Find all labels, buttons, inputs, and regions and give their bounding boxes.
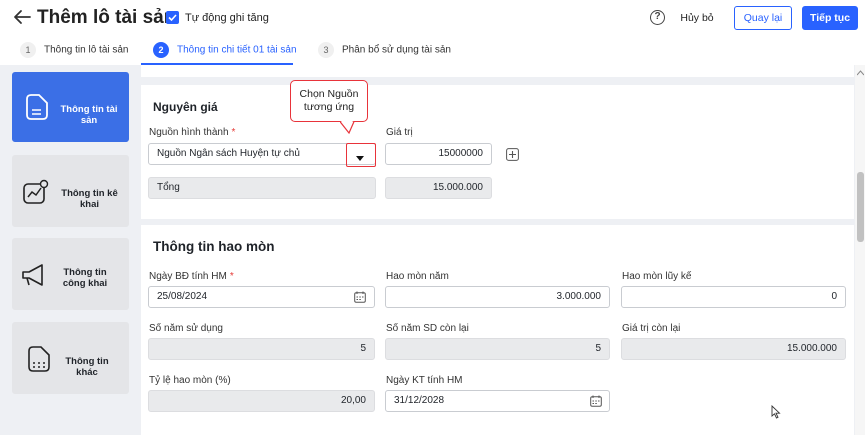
depreciation-card: Thông tin hao mòn Ngày BĐ tính HM * 25/08… — [141, 225, 854, 435]
section-title: Thông tin hao mòn — [153, 239, 275, 254]
megaphone-icon — [20, 262, 50, 291]
remaining-value-label: Giá trị còn lại — [622, 323, 681, 334]
content-panel: Nguyên giá Nguồn hình thành * Nguồn Ngân … — [141, 65, 854, 435]
source-dropdown-highlight — [346, 143, 376, 167]
back-button[interactable]: Quay lại — [734, 6, 792, 30]
end-date-input[interactable]: 31/12/2028 — [385, 390, 610, 412]
remaining-value-field: 15.000.000 — [621, 338, 846, 360]
previous-card — [141, 65, 854, 77]
end-date-label: Ngày KT tính HM — [386, 375, 463, 386]
depreciation-rate-label: Tỷ lệ hao mòn (%) — [149, 375, 231, 386]
calendar-icon[interactable] — [590, 395, 602, 407]
value-label: Giá trị — [386, 127, 413, 138]
total-label-field: Tổng — [148, 177, 376, 199]
auto-increase-label: Tự động ghi tăng — [185, 12, 269, 24]
years-of-use-label: Số năm sử dụng — [149, 323, 223, 334]
total-value-field: 15.000.000 — [385, 177, 492, 199]
step-number: 2 — [153, 42, 169, 58]
start-date-label: Ngày BĐ tính HM * — [149, 271, 234, 282]
callout-tail — [340, 121, 355, 134]
folder-icon — [26, 345, 52, 376]
cancel-button[interactable]: Hủy bỏ — [672, 6, 722, 30]
scrollbar-thumb[interactable] — [857, 172, 864, 242]
sidebar-item-label: Thông tin khác — [65, 356, 109, 378]
sidebar-item-declaration-info[interactable]: Thông tin kê khai — [12, 155, 129, 227]
scroll-up-icon[interactable] — [857, 70, 864, 76]
accumulated-depreciation-input[interactable]: 0 — [621, 286, 846, 308]
step-bar: 1 Thông tin lô tài sản 2 Thông tin chi tiế… — [0, 37, 865, 65]
annual-depreciation-input[interactable]: 3.000.000 — [385, 286, 610, 308]
start-date-input[interactable]: 25/08/2024 — [148, 286, 375, 308]
years-of-use-field: 5 — [148, 338, 375, 360]
auto-increase-checkbox[interactable] — [166, 11, 179, 24]
sidebar-item-public-info[interactable]: Thông tin công khai — [12, 238, 129, 310]
chart-icon — [22, 179, 50, 208]
document-icon — [24, 93, 50, 124]
section-title: Nguyên giá — [153, 100, 218, 114]
sidebar-item-asset-info[interactable]: Thông tin tài sản — [12, 72, 129, 142]
sidebar-item-label: Thông tin kê khai — [61, 188, 118, 210]
sidebar-item-label: Thông tin công khai — [62, 267, 108, 289]
step-number: 1 — [20, 42, 36, 58]
mouse-cursor-icon — [771, 405, 781, 419]
calendar-icon[interactable] — [354, 291, 366, 303]
value-input[interactable]: 15000000 — [385, 143, 492, 165]
step-2[interactable]: 2 Thông tin chi tiết 01 tài sản — [153, 42, 297, 60]
help-icon[interactable]: ? — [650, 10, 665, 25]
guide-callout: Chọn Nguồn tương ứng — [290, 80, 368, 122]
accumulated-depreciation-label: Hao mòn lũy kế — [622, 271, 692, 282]
page-title: Thêm lô tài sản — [37, 7, 176, 28]
back-arrow-icon[interactable] — [12, 6, 32, 28]
vertical-scrollbar[interactable] — [855, 65, 865, 435]
original-price-card: Nguyên giá Nguồn hình thành * Nguồn Ngân … — [141, 85, 854, 219]
step-label: Thông tin chi tiết 01 tài sản — [177, 44, 297, 56]
annual-depreciation-label: Hao mòn năm — [386, 271, 449, 282]
step-label: Phân bổ sử dụng tài sản — [342, 44, 451, 56]
sidebar-item-other-info[interactable]: Thông tin khác — [12, 322, 129, 394]
remaining-years-field: 5 — [385, 338, 610, 360]
step-3[interactable]: 3 Phân bổ sử dụng tài sản — [318, 42, 451, 60]
step-label: Thông tin lô tài sản — [44, 44, 129, 56]
depreciation-rate-field: 20,00 — [148, 390, 375, 412]
remaining-years-label: Số năm SD còn lại — [386, 323, 469, 334]
add-icon[interactable] — [506, 148, 519, 164]
source-select[interactable]: Nguồn Ngân sách Huyện tự chủ — [148, 143, 376, 165]
next-button[interactable]: Tiếp tục — [802, 6, 858, 30]
sidebar-item-label: Thông tin tài sản — [60, 104, 118, 126]
top-bar: Thêm lô tài sản Tự động ghi tăng ? Hủy b… — [0, 0, 865, 37]
callout-line: Chọn Nguồn — [299, 88, 359, 100]
step-number: 3 — [318, 42, 334, 58]
step-1[interactable]: 1 Thông tin lô tài sản — [20, 42, 129, 60]
source-label: Nguồn hình thành * — [149, 127, 236, 138]
callout-line: tương ứng — [303, 101, 355, 113]
